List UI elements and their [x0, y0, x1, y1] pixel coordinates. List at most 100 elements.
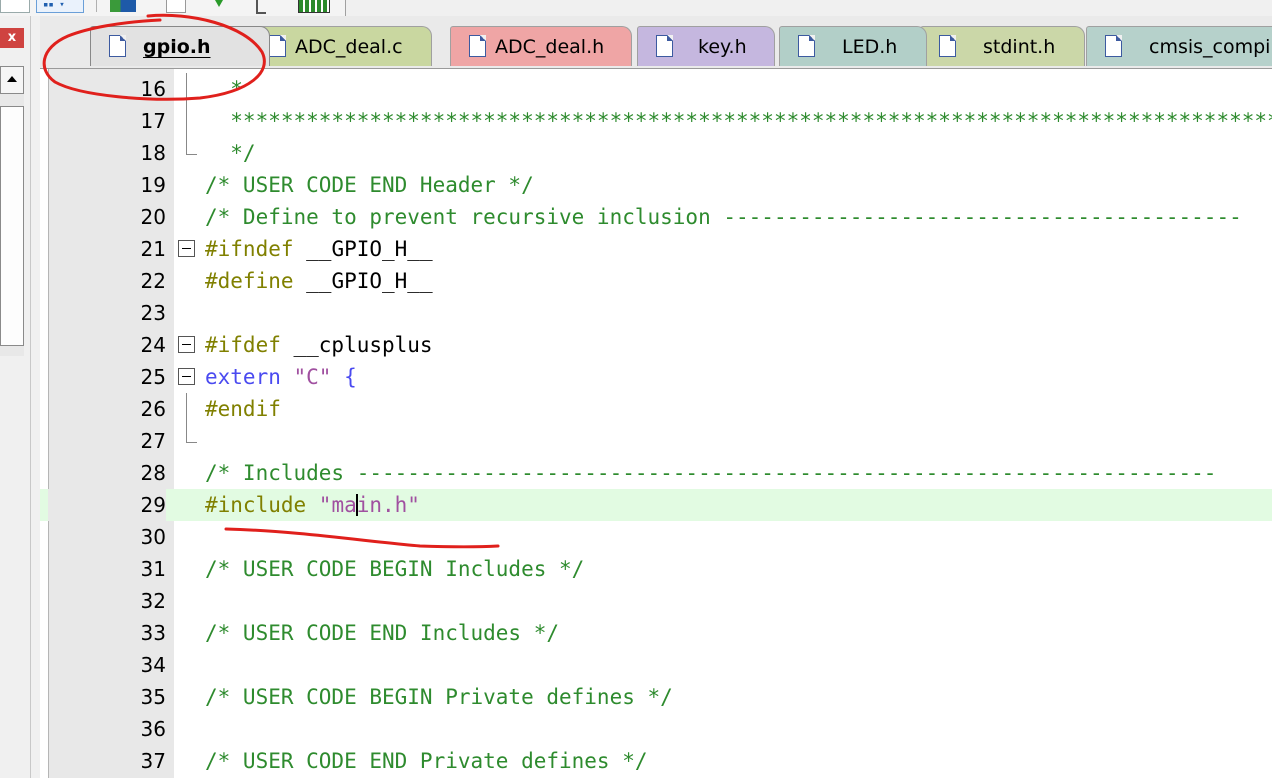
tab-stdint-h[interactable]: stdint.h [920, 26, 1085, 66]
arrow-up-icon [7, 76, 17, 82]
code-text: extern "C" { [205, 361, 357, 393]
tab-label: LED.h [842, 36, 898, 58]
fold-guide [186, 137, 197, 155]
code-line[interactable]: 26 #endif [40, 393, 1272, 425]
fold-guide [186, 393, 187, 425]
window-layout-button[interactable]: ▪▪ ▾ [36, 0, 84, 13]
code-editor[interactable]: 16 * 17 *********************************… [40, 69, 1272, 778]
line-number: 27 [140, 429, 166, 453]
code-text: /* USER CODE END Header */ [205, 169, 534, 201]
panel-scrollbar[interactable] [0, 66, 24, 356]
code-comment: /* USER CODE BEGIN Includes */ [205, 557, 585, 581]
code-line[interactable]: 34 [40, 649, 1272, 681]
string-literal: in.h" [356, 493, 420, 517]
tab-led-h[interactable]: LED.h [779, 26, 927, 66]
tab-key-h[interactable]: key.h [637, 26, 775, 66]
line-number: 28 [140, 461, 166, 485]
code-text: #include "main.h" [205, 489, 420, 521]
code-text: * [205, 73, 243, 105]
code-line[interactable]: 16 * [40, 73, 1272, 105]
fold-toggle-icon[interactable] [178, 240, 195, 257]
scroll-up-button[interactable] [0, 66, 24, 94]
code-line[interactable]: 37 /* USER CODE END Private defines */ [40, 745, 1272, 777]
window-icon[interactable] [298, 0, 330, 13]
file-icon [939, 35, 956, 57]
code-text: #define __GPIO_H__ [205, 265, 433, 297]
tab-adc-deal-h[interactable]: ADC_deal.h [450, 26, 632, 66]
file-icon [656, 35, 673, 57]
line-number: 19 [140, 173, 166, 197]
fold-toggle-icon[interactable] [178, 336, 195, 353]
code-text: /* USER CODE BEGIN Includes */ [205, 553, 584, 585]
fold-toggle-icon[interactable] [178, 368, 195, 385]
code-line[interactable]: 28 /* Includes --------------------------… [40, 457, 1272, 489]
line-number: 31 [140, 557, 166, 581]
line-number: 21 [140, 237, 166, 261]
code-comment: /* USER CODE END Private defines */ [205, 749, 648, 773]
scroll-thumb[interactable] [0, 106, 24, 346]
line-number: 29 [48, 489, 166, 521]
tab-adc-deal-c[interactable]: ADC_deal.c [250, 26, 432, 66]
preprocessor-directive: #endif [205, 397, 281, 421]
tab-label: key.h [698, 36, 747, 58]
code-line[interactable]: 27 [40, 425, 1272, 457]
build-icon[interactable] [110, 0, 136, 12]
line-number: 35 [140, 685, 166, 709]
code-comment: * [205, 77, 243, 101]
options-icon[interactable] [256, 0, 266, 14]
code-comment: /* Includes ----------------------------… [205, 461, 1217, 485]
code-line[interactable]: 29 #include "main.h" [40, 489, 1272, 521]
panel-divider[interactable] [30, 16, 31, 778]
code-line[interactable]: 25 extern "C" { [40, 361, 1272, 393]
download-icon[interactable] [212, 0, 226, 12]
code-line[interactable]: 32 [40, 585, 1272, 617]
code-comment: /* USER CODE END Header */ [205, 173, 534, 197]
code-comment: /* USER CODE BEGIN Private defines */ [205, 685, 673, 709]
code-line[interactable]: 17 *************************************… [40, 105, 1272, 137]
line-number: 18 [140, 141, 166, 165]
fold-guide [186, 425, 197, 443]
code-line[interactable]: 33 /* USER CODE END Includes */ [40, 617, 1272, 649]
code-line[interactable]: 36 [40, 713, 1272, 745]
preprocessor-directive: #ifdef [205, 333, 281, 357]
code-line[interactable]: 35 /* USER CODE BEGIN Private defines */ [40, 681, 1272, 713]
code-text: /* USER CODE END Includes */ [205, 617, 559, 649]
code-text: /* USER CODE BEGIN Private defines */ [205, 681, 673, 713]
fold-guide [186, 73, 187, 105]
code-line[interactable]: 23 [40, 297, 1272, 329]
code-text: ****************************************… [205, 105, 1272, 137]
code-line[interactable]: 19 /* USER CODE END Header */ [40, 169, 1272, 201]
code-text: #endif [205, 393, 281, 425]
line-number: 20 [140, 205, 166, 229]
file-icon [798, 35, 815, 57]
identifier: __GPIO_H__ [293, 269, 433, 293]
code-text: #ifdef __cplusplus [205, 329, 433, 361]
line-number: 33 [140, 621, 166, 645]
code-comment: ****************************************… [205, 109, 1272, 133]
tab-gpio-h[interactable]: gpio.h [90, 26, 270, 66]
tab-label: ADC_deal.c [295, 36, 403, 58]
tab-label: stdint.h [983, 36, 1056, 58]
dropdown-button[interactable] [0, 0, 30, 13]
line-number: 22 [140, 269, 166, 293]
line-number: 32 [140, 589, 166, 613]
tab-cmsis-compiler[interactable]: cmsis_compi [1086, 26, 1272, 66]
panel-close-button[interactable]: x [0, 28, 24, 48]
code-line[interactable]: 20 /* Define to prevent recursive inclusi… [40, 201, 1272, 233]
line-number: 25 [140, 365, 166, 389]
code-line[interactable]: 24 #ifdef __cplusplus [40, 329, 1272, 361]
line-number: 30 [140, 525, 166, 549]
code-line[interactable]: 21 #ifndef __GPIO_H__ [40, 233, 1272, 265]
code-text: /* USER CODE END Private defines */ [205, 745, 648, 777]
page-icon[interactable] [166, 0, 186, 13]
code-line[interactable]: 31 /* USER CODE BEGIN Includes */ [40, 553, 1272, 585]
file-icon [269, 35, 286, 57]
code-line[interactable]: 18 */ [40, 137, 1272, 169]
preprocessor-directive: #ifndef [205, 237, 294, 261]
code-line[interactable]: 22 #define __GPIO_H__ [40, 265, 1272, 297]
code-line[interactable]: 30 [40, 521, 1272, 553]
preprocessor-directive: #include [205, 493, 307, 517]
project-panel: x [0, 16, 40, 778]
identifier: __GPIO_H__ [293, 237, 433, 261]
code-text: #ifndef __GPIO_H__ [205, 233, 433, 265]
